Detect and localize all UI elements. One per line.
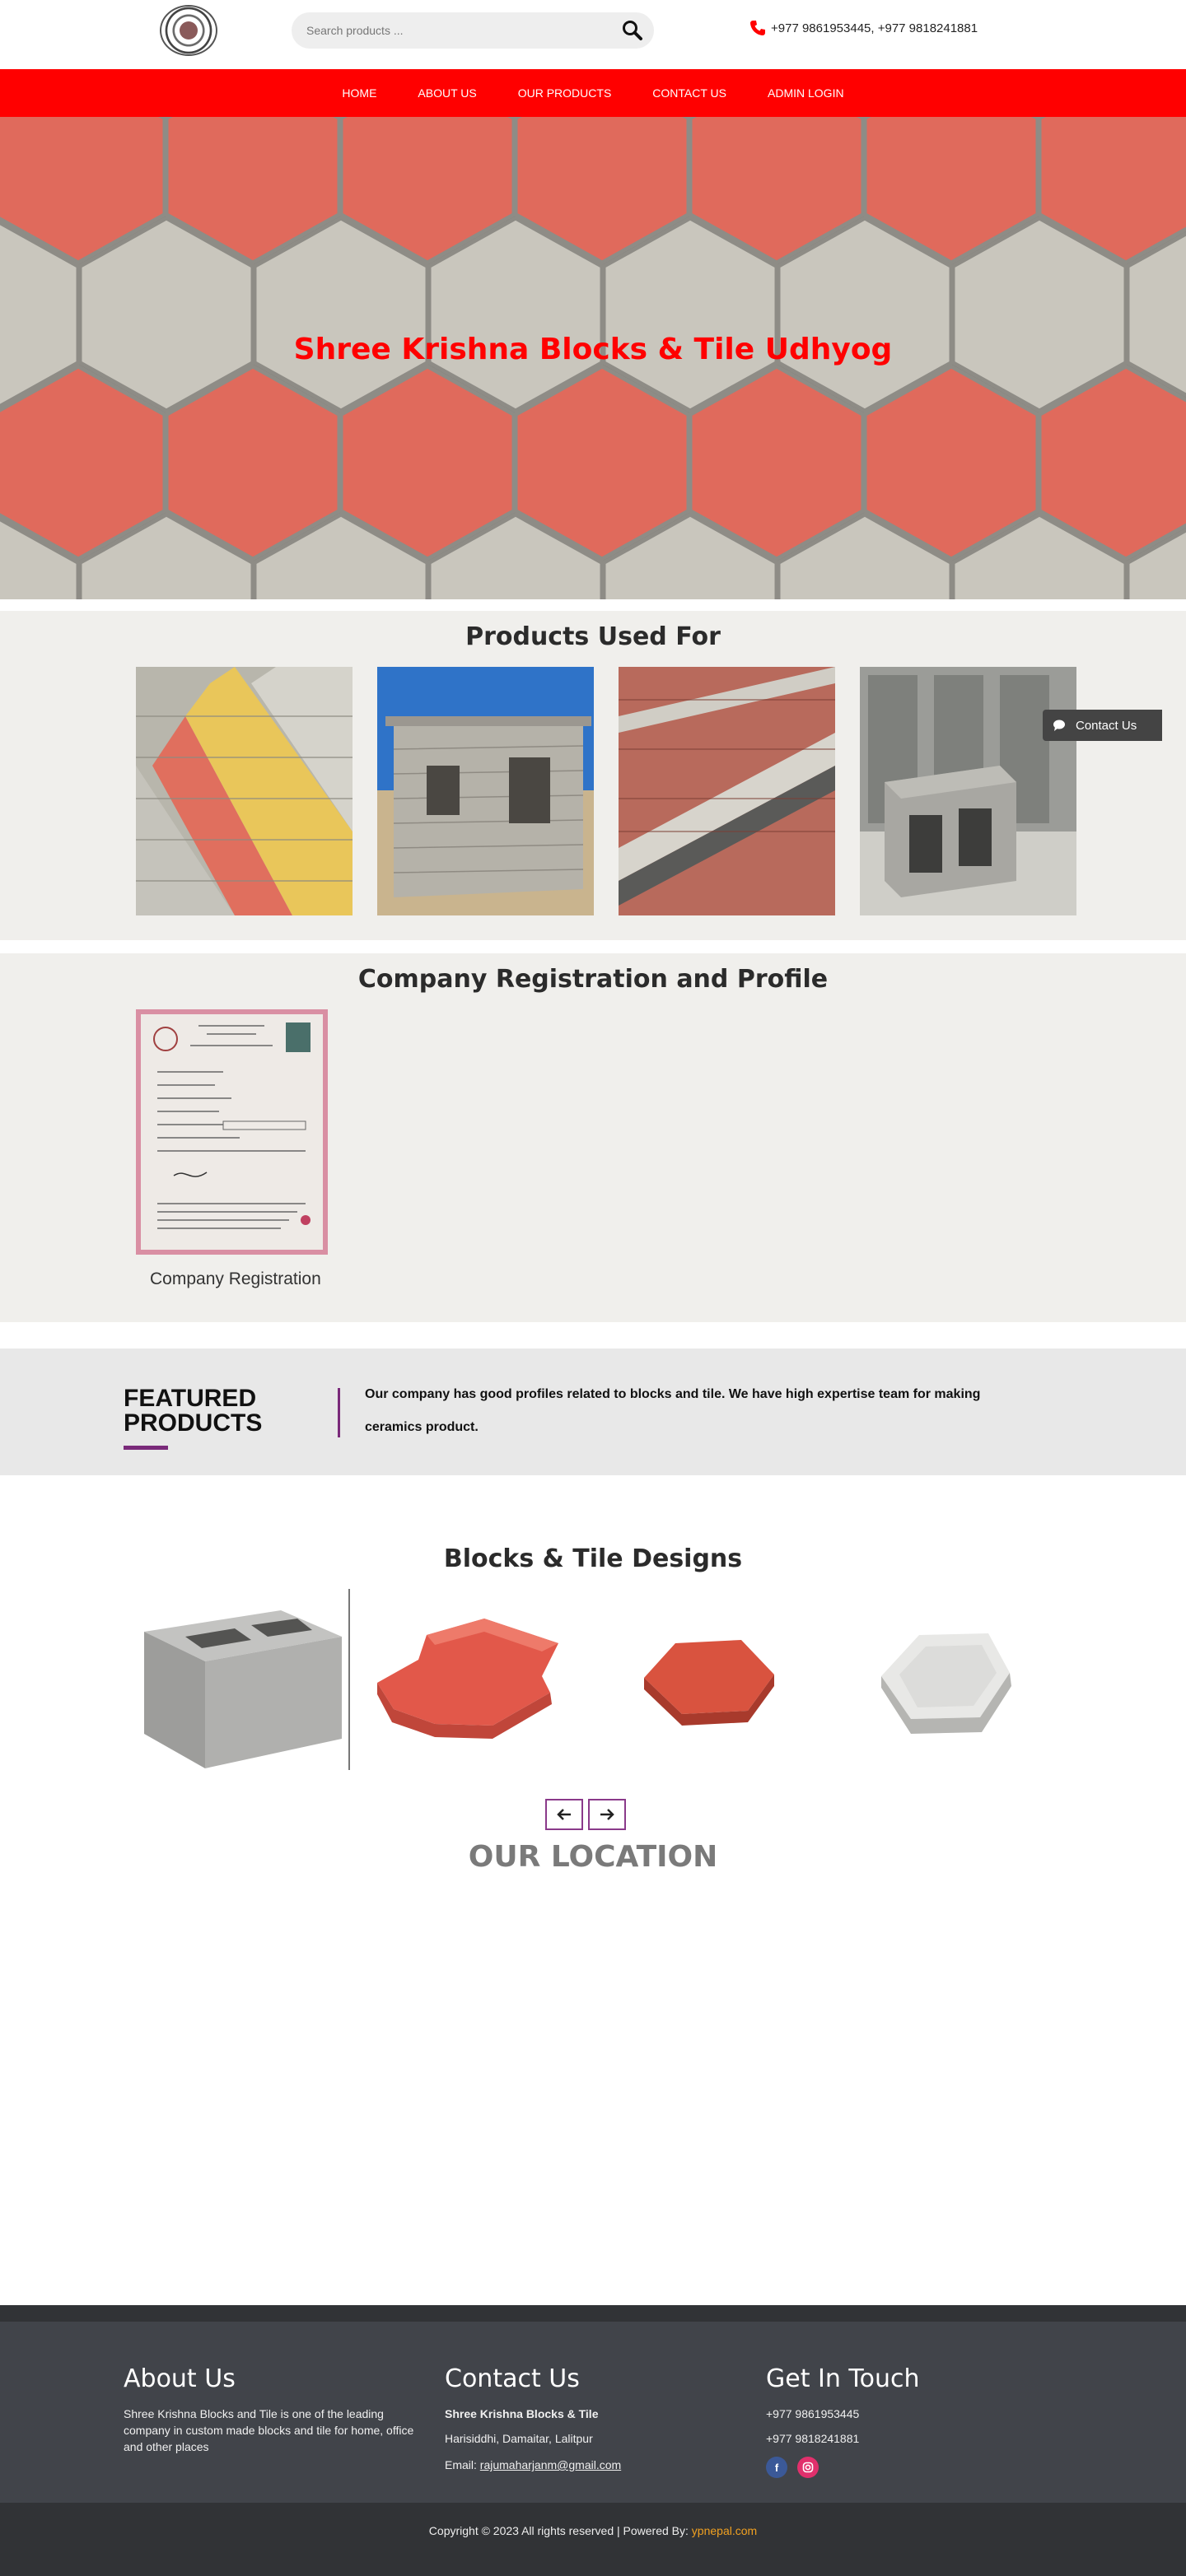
registration-section: Company Registration and Profile Company… — [0, 953, 1186, 1322]
footer-phone-2: +977 9818241881 — [766, 2432, 860, 2445]
contact-float-label: Contact Us — [1076, 718, 1137, 733]
copyright-text: Copyright © 2023 All rights reserved | P… — [428, 2524, 689, 2537]
footer-contact-title: Contact Us — [445, 2364, 580, 2393]
nav-about-us[interactable]: ABOUT US — [397, 86, 497, 100]
header-phone: +977 9861953445, +977 9818241881 — [749, 20, 978, 36]
hollow-block-image[interactable] — [860, 667, 1076, 915]
company-logo[interactable] — [160, 5, 217, 56]
footer-touch-title: Get In Touch — [766, 2364, 920, 2393]
footer-contact-name: Shree Krishna Blocks & Tile — [445, 2407, 599, 2420]
zigzag-paving-image[interactable] — [619, 667, 835, 915]
featured-title-line2: PRODUCTS — [124, 1409, 263, 1437]
nav-our-products[interactable]: OUR PRODUCTS — [497, 86, 633, 100]
powered-by-link[interactable]: ypnepal.com — [692, 2524, 757, 2537]
featured-divider — [338, 1388, 340, 1437]
facebook-icon[interactable]: f — [766, 2457, 787, 2478]
chat-icon — [1053, 720, 1065, 731]
nav-admin-login[interactable]: ADMIN LOGIN — [747, 86, 865, 100]
location-title: OUR LOCATION — [468, 1840, 718, 1874]
arrow-left-icon — [557, 1809, 571, 1820]
design-hollow-block[interactable] — [136, 1586, 348, 1773]
hex-paving-image[interactable] — [136, 667, 353, 915]
contact-us-float-button[interactable]: Contact Us — [1043, 710, 1162, 741]
carousel-divider — [348, 1589, 350, 1770]
registration-certificate-image[interactable] — [136, 1009, 328, 1255]
designs-title: Blocks & Tile Designs — [443, 1544, 743, 1573]
hero-title: Shree Krishna Blocks & Tile Udhyog — [293, 333, 893, 366]
hero-banner: Shree Krishna Blocks & Tile Udhyog — [0, 117, 1186, 599]
featured-description: Our company has good profiles related to… — [365, 1387, 981, 1434]
carousel-next-button[interactable] — [588, 1799, 626, 1830]
instagram-icon[interactable] — [797, 2457, 819, 2478]
footer-about-text: Shree Krishna Blocks and Tile is one of … — [124, 2407, 414, 2453]
footer: About Us Shree Krishna Blocks and Tile i… — [0, 2305, 1186, 2503]
products-used-section: Products Used For — [0, 611, 1186, 940]
nav-contact-us[interactable]: CONTACT US — [632, 86, 747, 100]
featured-products-section: FEATURED PRODUCTS Our company has good p… — [0, 1349, 1186, 1475]
design-interlock-tile[interactable] — [369, 1586, 583, 1773]
design-grey-hexagon-tile[interactable] — [848, 1586, 1062, 1773]
featured-title: FEATURED PRODUCTS — [124, 1386, 262, 1436]
search-input[interactable] — [306, 21, 603, 40]
block-construction-image[interactable] — [377, 667, 594, 915]
phone-numbers: +977 9861953445, +977 9818241881 — [771, 21, 978, 35]
footer-email-label: Email: — [445, 2458, 477, 2471]
footer-email-link[interactable]: rajumaharjanm@gmail.com — [480, 2458, 621, 2471]
featured-underline — [124, 1446, 168, 1450]
carousel-prev-button[interactable] — [545, 1799, 583, 1830]
copyright-bar: Copyright © 2023 All rights reserved | P… — [0, 2503, 1186, 2576]
search-bar — [292, 12, 654, 49]
search-icon[interactable] — [621, 19, 644, 42]
footer-contact-address: Harisiddhi, Damaitar, Lalitpur — [445, 2432, 593, 2445]
design-red-hexagon-tile[interactable] — [609, 1586, 824, 1773]
arrow-right-icon — [600, 1809, 614, 1820]
featured-title-line1: FEATURED — [124, 1385, 257, 1412]
footer-phone-1: +977 9861953445 — [766, 2407, 860, 2420]
registration-title: Company Registration and Profile — [357, 965, 829, 994]
products-used-title: Products Used For — [465, 622, 721, 651]
nav-home[interactable]: HOME — [321, 86, 397, 100]
top-header: +977 9861953445, +977 9818241881 — [0, 0, 1186, 69]
footer-contact-email-row: Email: rajumaharjanm@gmail.com — [445, 2457, 621, 2473]
registration-caption: Company Registration — [150, 1269, 321, 1288]
phone-icon — [750, 21, 765, 35]
footer-about-title: About Us — [124, 2364, 236, 2393]
main-nav: HOME ABOUT US OUR PRODUCTS CONTACT US AD… — [0, 69, 1186, 117]
